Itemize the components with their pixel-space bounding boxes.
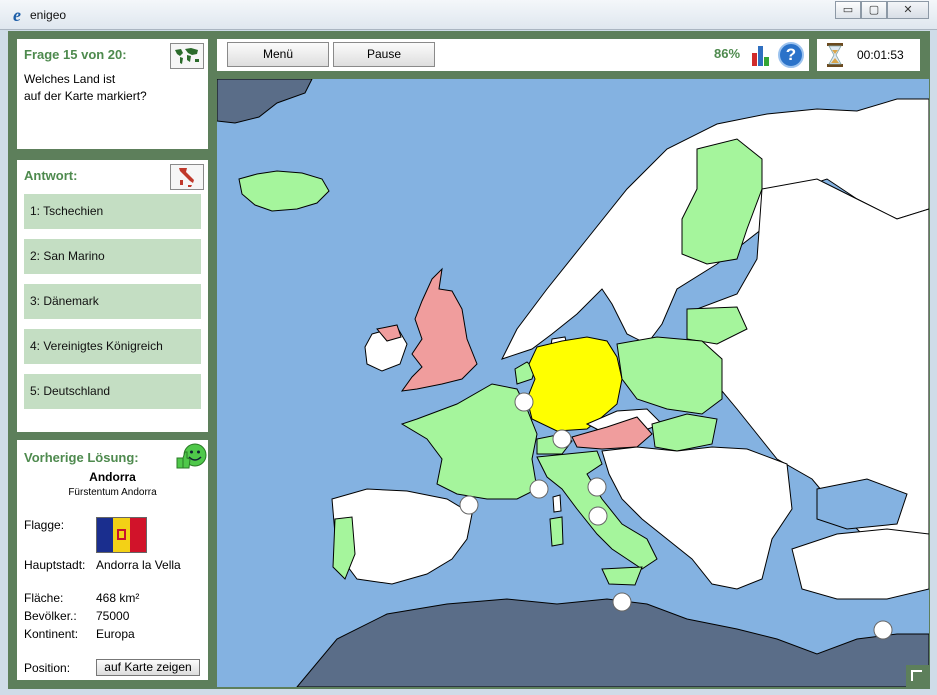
timer-panel: 00:01:53	[817, 39, 920, 71]
answers-panel: Antwort: 1: Tschechien 2: San Marino 3: …	[17, 160, 208, 432]
population-label: Bevölker.:	[24, 609, 77, 623]
area-label: Fläche:	[24, 591, 64, 605]
pause-button[interactable]: Pause	[333, 42, 435, 67]
enigeo-logo-icon: e	[13, 5, 21, 25]
elapsed-time: 00:01:53	[857, 48, 904, 62]
answer-option-3[interactable]: 3: Dänemark	[24, 284, 201, 319]
island-sicily[interactable]	[601, 566, 643, 586]
map-resize-button[interactable]	[906, 665, 929, 687]
question-text-line2: auf der Karte markiert?	[24, 89, 147, 103]
italy-map-icon	[170, 164, 204, 190]
restore-button[interactable]: ▢	[861, 1, 887, 19]
bar-chart-icon[interactable]	[750, 43, 772, 67]
solution-official-name: Fürstentum Andorra	[68, 487, 157, 498]
position-label: Position:	[24, 661, 71, 675]
thumbs-up-smiley-icon	[175, 442, 207, 470]
marker-malta[interactable]	[612, 592, 632, 612]
island-sardinia[interactable]	[549, 516, 564, 547]
marker-san-marino[interactable]	[587, 477, 607, 497]
europe-map[interactable]	[217, 79, 929, 687]
continent-value: Europa	[96, 627, 135, 641]
menu-button[interactable]: Menü	[227, 42, 329, 67]
answer-option-1[interactable]: 1: Tschechien	[24, 194, 201, 229]
population-value: 75000	[96, 609, 130, 623]
previous-solution-panel: Vorherige Lösung: Andorra Fürstentum And…	[17, 440, 208, 680]
score-percentage: 86%	[714, 46, 741, 61]
question-text: Welches Land ist auf der Karte markiert?	[24, 71, 194, 105]
toolbar: Menü Pause 86% ?	[217, 39, 809, 71]
title-bar: e enigeo ▭ ▢ ✕	[0, 0, 937, 30]
answer-option-2[interactable]: 2: San Marino	[24, 239, 201, 274]
answer-option-4[interactable]: 4: Vereinigtes Königreich	[24, 329, 201, 364]
marker-andorra[interactable]	[459, 495, 479, 515]
question-text-line1: Welches Land ist	[24, 72, 116, 86]
window-title: enigeo	[30, 8, 67, 22]
europe-map-canvas[interactable]	[217, 79, 929, 687]
flag-label: Flagge:	[24, 518, 65, 532]
help-icon[interactable]: ?	[778, 42, 804, 68]
hourglass-icon	[826, 43, 844, 67]
solution-country-name: Andorra	[89, 470, 136, 484]
marker-luxembourg[interactable]	[514, 392, 534, 412]
show-on-map-button[interactable]: auf Karte zeigen	[96, 659, 200, 676]
island-corsica[interactable]	[552, 494, 562, 513]
capital-label: Hauptstadt:	[24, 558, 86, 572]
question-counter: Frage 15 von 20:	[24, 47, 127, 62]
continent-label: Kontinent:	[24, 627, 79, 641]
marker-cyprus[interactable]	[873, 620, 893, 640]
marker-liechtenstein[interactable]	[552, 429, 572, 449]
close-button[interactable]: ✕	[887, 1, 929, 19]
world-map-icon[interactable]	[170, 43, 204, 69]
area-value: 468 km²	[96, 591, 140, 605]
capital-value: Andorra la Vella	[96, 558, 181, 572]
andorra-flag-image	[96, 517, 147, 553]
marker-vatican[interactable]	[588, 506, 608, 526]
answers-header: Antwort:	[24, 168, 78, 183]
minimize-button[interactable]: ▭	[835, 1, 861, 19]
previous-solution-header: Vorherige Lösung:	[24, 450, 139, 465]
marker-monaco[interactable]	[529, 479, 549, 499]
question-panel: Frage 15 von 20: Welches Land ist auf de…	[17, 39, 208, 149]
answer-option-5[interactable]: 5: Deutschland	[24, 374, 201, 409]
